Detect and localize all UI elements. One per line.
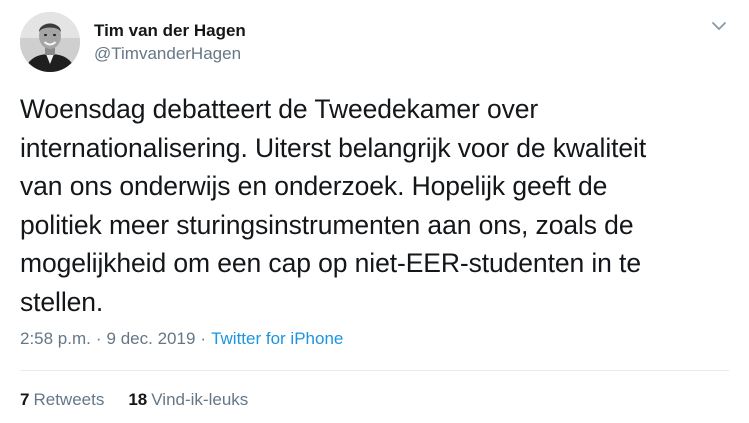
more-options-chevron-down-icon[interactable] — [709, 16, 729, 36]
meta-separator: · — [200, 329, 207, 348]
tweet-date[interactable]: 9 dec. 2019 — [107, 329, 196, 348]
divider — [20, 370, 729, 371]
profile-photo-icon — [20, 12, 80, 72]
author-names: Tim van der Hagen @TimvanderHagen — [94, 21, 246, 65]
tweet-text: Woensdag debatteert de Tweedekamer over … — [20, 94, 647, 317]
tweet-time[interactable]: 2:58 p.m. — [20, 329, 91, 348]
meta-separator: · — [95, 329, 102, 348]
author-display-name[interactable]: Tim van der Hagen — [94, 21, 246, 41]
likes-stat[interactable]: 18 Vind-ik-leuks — [128, 389, 248, 411]
retweets-label: Retweets — [33, 390, 105, 409]
avatar[interactable] — [20, 12, 80, 72]
likes-label: Vind-ik-leuks — [151, 390, 249, 409]
tweet-source-link[interactable]: Twitter for iPhone — [211, 329, 343, 348]
retweets-stat[interactable]: 7 Retweets — [20, 389, 104, 411]
likes-count: 18 — [128, 390, 148, 409]
tweet-card: Tim van der Hagen @TimvanderHagen Woensd… — [0, 0, 749, 423]
tweet-header: Tim van der Hagen @TimvanderHagen — [20, 12, 729, 72]
retweets-count: 7 — [20, 390, 30, 409]
author-handle[interactable]: @TimvanderHagen — [94, 43, 246, 65]
tweet-stats: 7 Retweets 18 Vind-ik-leuks — [20, 389, 248, 411]
tweet-meta: 2:58 p.m. · 9 dec. 2019 · Twitter for iPhone — [20, 328, 343, 350]
